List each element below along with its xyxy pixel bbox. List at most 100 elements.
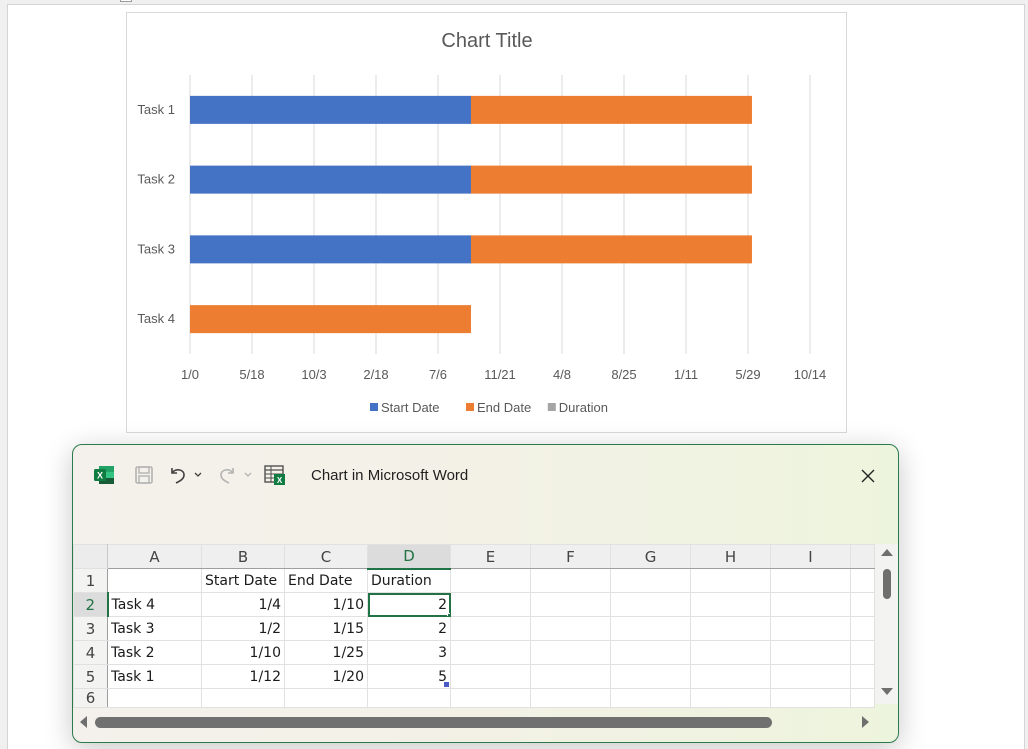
cell-B2[interactable]: 1/4 [201, 592, 285, 617]
cell-I1[interactable] [770, 568, 851, 593]
cell-I3[interactable] [770, 616, 851, 641]
cell-E6[interactable] [450, 688, 531, 708]
row-header[interactable]: 3 [73, 616, 108, 641]
cell-H2[interactable] [690, 592, 771, 617]
cell-E1[interactable] [450, 568, 531, 593]
cell-E3[interactable] [450, 616, 531, 641]
column-header[interactable]: H [690, 544, 771, 569]
legend-entry[interactable]: Duration [547, 400, 608, 415]
row-header[interactable]: 2 [73, 592, 109, 617]
cell-F4[interactable] [530, 640, 611, 665]
spreadsheet-grid[interactable]: A B C D E F G H I 1 Start Date End Date Dur… [73, 544, 898, 708]
column-header[interactable]: B [201, 544, 285, 569]
edit-data-in-excel-icon[interactable]: X [263, 464, 287, 486]
column-header-active[interactable]: D [367, 544, 451, 570]
cell-C4[interactable]: 1/25 [284, 640, 368, 665]
cell-D6[interactable] [367, 688, 451, 708]
select-all-corner[interactable] [73, 544, 108, 569]
cell-D1[interactable]: Duration [367, 568, 451, 593]
row-header[interactable]: 4 [73, 640, 108, 665]
cell-C2[interactable]: 1/10 [284, 592, 368, 617]
cell-F6[interactable] [530, 688, 611, 708]
cell-H5[interactable] [690, 664, 771, 689]
cell-I5[interactable] [770, 664, 851, 689]
cell-D3[interactable]: 2 [367, 616, 451, 641]
bar-start-date[interactable] [190, 165, 471, 194]
cell-G4[interactable] [610, 640, 691, 665]
cell-D5[interactable]: 5 [367, 664, 451, 689]
cell-A3[interactable]: Task 3 [107, 616, 202, 641]
undo-dropdown-icon[interactable] [193, 464, 203, 486]
cell-A1[interactable] [107, 568, 202, 593]
scroll-down-arrow-icon[interactable] [881, 688, 893, 695]
cell-I4[interactable] [770, 640, 851, 665]
column-header[interactable]: I [770, 544, 851, 569]
cell-E5[interactable] [450, 664, 531, 689]
cell-A6[interactable] [107, 688, 202, 708]
legend-entry[interactable]: Start Date [370, 400, 440, 415]
bar-start-date[interactable] [190, 95, 471, 124]
cell-G1[interactable] [610, 568, 691, 593]
horizontal-scrollbar[interactable] [77, 713, 877, 731]
cell-I2[interactable] [770, 592, 851, 617]
column-header[interactable]: E [450, 544, 531, 569]
column-header[interactable]: C [284, 544, 368, 569]
cell-C3[interactable]: 1/15 [284, 616, 368, 641]
cell-F3[interactable] [530, 616, 611, 641]
cell-G5[interactable] [610, 664, 691, 689]
cell-B4[interactable]: 1/10 [201, 640, 285, 665]
data-range-resize-handle[interactable] [444, 682, 449, 687]
cell-H6[interactable] [690, 688, 771, 708]
bar-start-date[interactable] [190, 235, 471, 264]
cell-D2[interactable]: 2 [367, 592, 451, 617]
row-header[interactable]: 5 [73, 664, 108, 689]
redo-icon[interactable] [216, 464, 238, 486]
bar-end-date[interactable] [190, 305, 471, 334]
cell-A2[interactable]: Task 4 [107, 592, 202, 617]
scroll-right-arrow-icon[interactable] [862, 716, 869, 728]
cell-B3[interactable]: 1/2 [201, 616, 285, 641]
bar-end-date[interactable] [470, 235, 752, 264]
cell-H1[interactable] [690, 568, 771, 593]
column-header[interactable]: G [610, 544, 691, 569]
cell-G6[interactable] [610, 688, 691, 708]
cell-C6[interactable] [284, 688, 368, 708]
cell-F2[interactable] [530, 592, 611, 617]
cell-H4[interactable] [690, 640, 771, 665]
save-icon[interactable] [133, 464, 155, 486]
undo-icon[interactable] [167, 464, 189, 486]
horizontal-scroll-thumb[interactable] [95, 717, 772, 728]
column-header[interactable]: A [107, 544, 202, 569]
cell-C1[interactable]: End Date [284, 568, 368, 593]
bar-end-date[interactable] [470, 95, 752, 124]
vertical-scroll-thumb[interactable] [883, 569, 891, 599]
redo-dropdown-icon[interactable] [243, 464, 253, 486]
vertical-scrollbar[interactable] [877, 546, 897, 698]
close-button[interactable] [857, 465, 879, 487]
cell-B1[interactable]: Start Date [201, 568, 285, 593]
cell-B6[interactable] [201, 688, 285, 708]
cell-D4[interactable]: 3 [367, 640, 451, 665]
cell-E4[interactable] [450, 640, 531, 665]
cell-C5[interactable]: 1/20 [284, 664, 368, 689]
scroll-up-arrow-icon[interactable] [881, 549, 893, 556]
cell-A5[interactable]: Task 1 [107, 664, 202, 689]
bar-end-date[interactable] [470, 165, 752, 194]
cell-F5[interactable] [530, 664, 611, 689]
row-header[interactable]: 1 [73, 568, 108, 593]
chart-object[interactable]: Chart Title Task 4 Task 3 Task 2 Task 1 1/0… [126, 12, 847, 433]
cell-B5[interactable]: 1/12 [201, 664, 285, 689]
cell-H3[interactable] [690, 616, 771, 641]
cell-A4[interactable]: Task 2 [107, 640, 202, 665]
cell-G2[interactable] [610, 592, 691, 617]
legend-entry[interactable]: End Date [466, 400, 531, 415]
column-header[interactable]: F [530, 544, 611, 569]
cell-I6[interactable] [770, 688, 851, 708]
cell-E2[interactable] [450, 592, 531, 617]
chart-title[interactable]: Chart Title [441, 30, 532, 52]
cell-F1[interactable] [530, 568, 611, 593]
scroll-left-arrow-icon[interactable] [80, 716, 87, 728]
row-header[interactable]: 6 [73, 688, 108, 708]
cell-G3[interactable] [610, 616, 691, 641]
fill-handle[interactable] [447, 613, 450, 616]
